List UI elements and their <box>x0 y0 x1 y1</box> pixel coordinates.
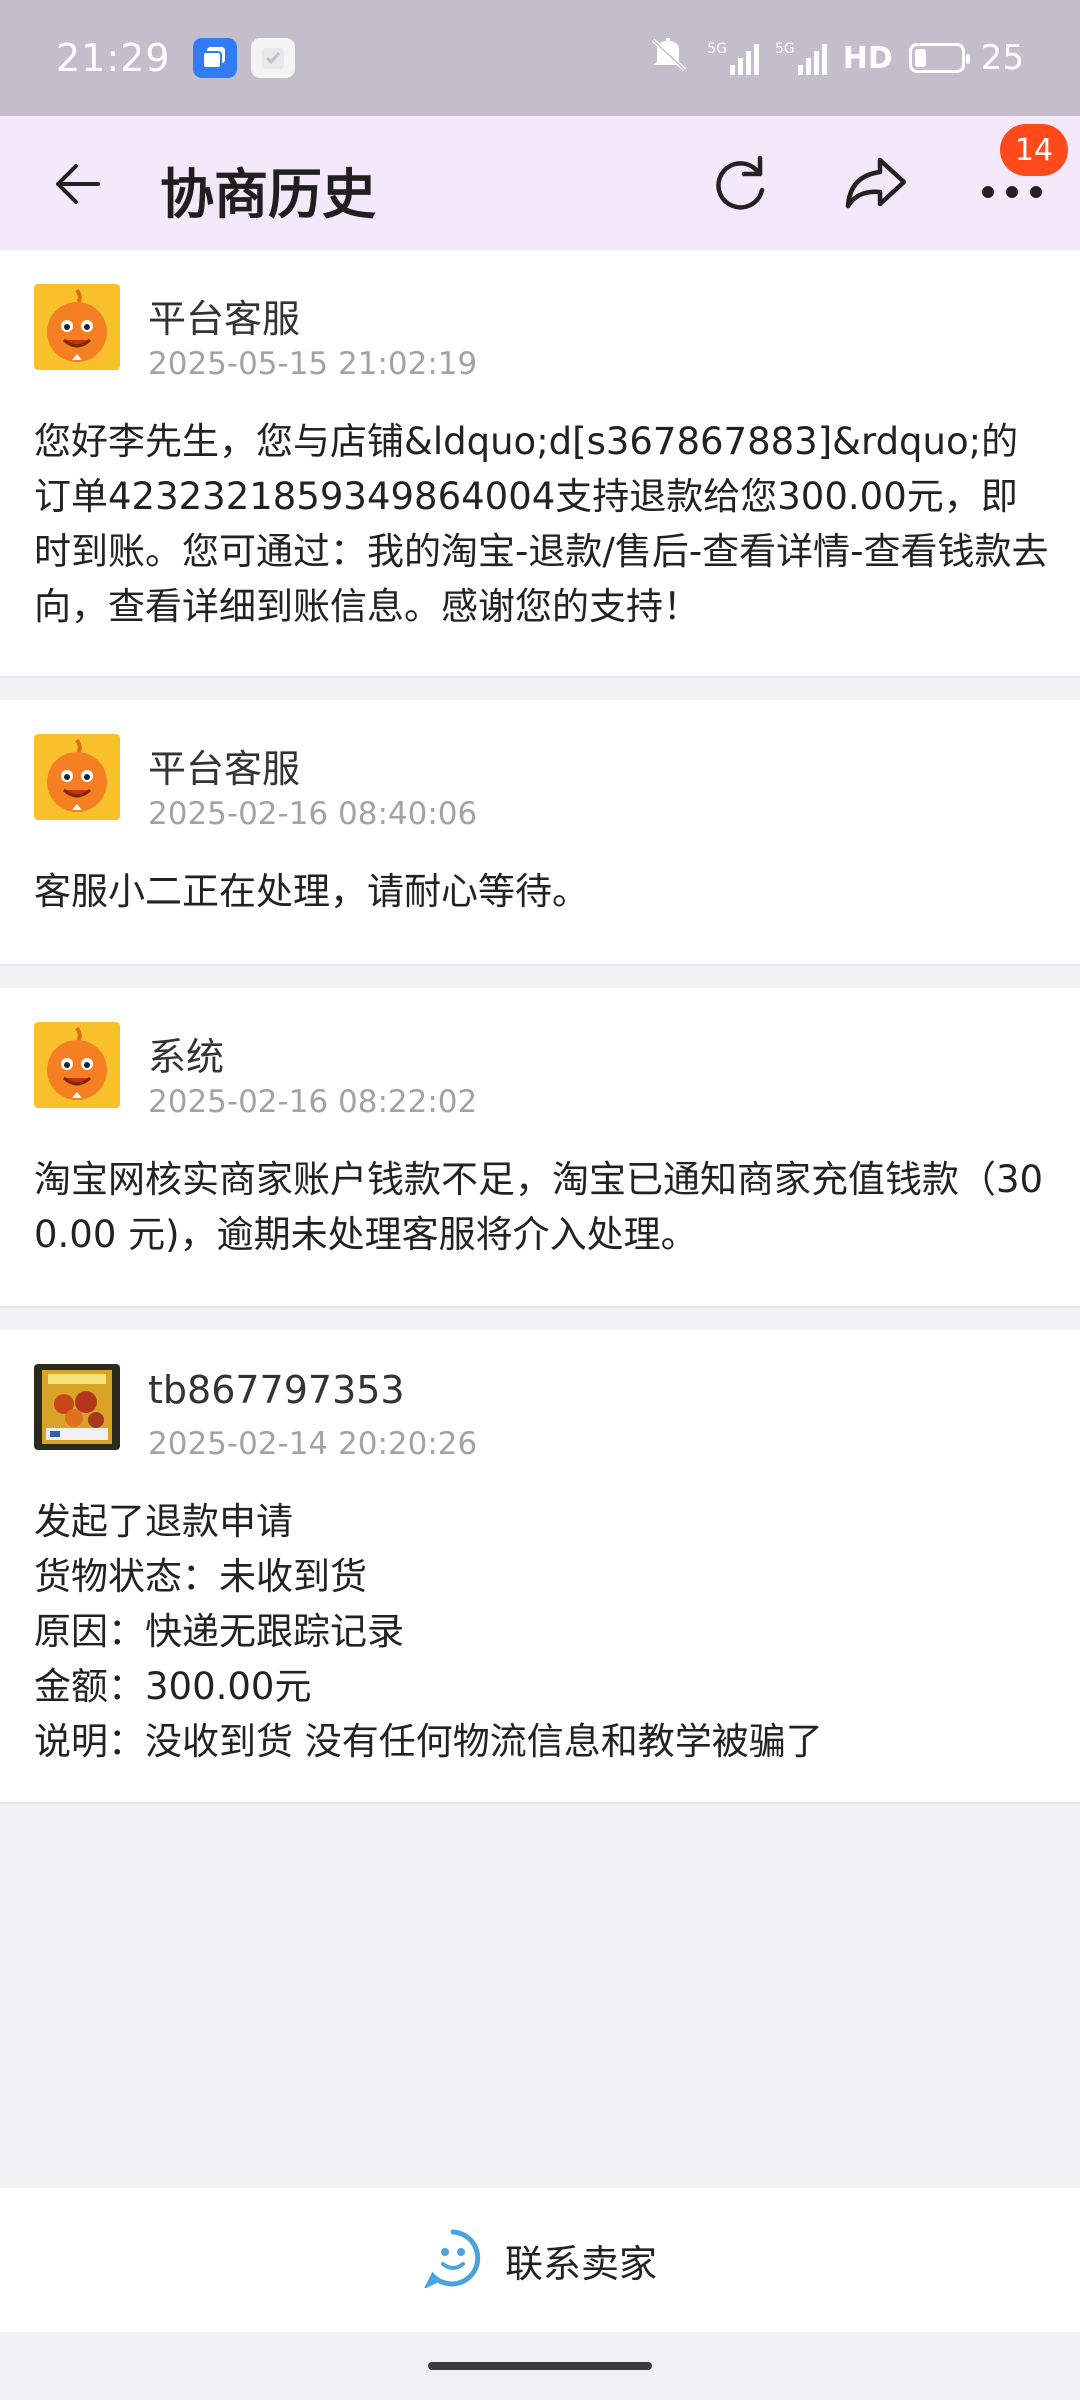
history-record-4: tb867797353 2025-02-14 20:20:26 发起了退款申请 … <box>0 1330 1080 1804</box>
history-record-1: 平台客服 2025-05-15 21:02:19 您好李先生，您与店铺&ldqu… <box>0 250 1080 678</box>
chat-bubble-icon <box>423 2228 483 2292</box>
record-time: 2025-02-16 08:40:06 <box>148 796 478 832</box>
record-author: 系统 <box>148 1035 225 1079</box>
user-photo-avatar <box>34 1364 120 1450</box>
contact-seller-button[interactable]: 联系卖家 <box>0 2188 1080 2332</box>
record-content: 您好李先生，您与店铺&ldquo;d[s367867883]&rdquo;的订单… <box>34 414 1050 654</box>
status-bar: 21:29 5G 5G HD 25 <box>0 0 1080 116</box>
network-label-2: 5G <box>774 41 795 57</box>
record-time: 2025-02-16 08:22:02 <box>148 1084 478 1120</box>
status-indicators: 5G 5G HD 25 <box>649 36 1024 81</box>
record-content: 客服小二正在处理，请耐心等待。 <box>34 864 1050 919</box>
record-time: 2025-02-14 20:20:26 <box>148 1426 478 1462</box>
battery-level: 25 <box>980 38 1024 78</box>
record-content: 淘宝网核实商家账户钱款不足，淘宝已通知商家充值钱款（300.00 元)，逾期未处… <box>34 1152 1050 1262</box>
notification-badge: 14 <box>1000 124 1068 176</box>
share-button[interactable] <box>840 150 912 218</box>
page-title: 协商历史 <box>160 163 376 226</box>
orange-mascot-avatar <box>34 284 120 370</box>
record-content: 发起了退款申请 货物状态：未收到货 原因：快递无跟踪记录 金额：300.00元 … <box>34 1494 1050 1769</box>
record-line-reason: 原因：快递无跟踪记录 <box>34 1610 404 1653</box>
orange-mascot-avatar <box>34 734 120 820</box>
record-line-action: 发起了退款申请 <box>34 1500 293 1543</box>
refresh-icon <box>716 155 765 210</box>
record-text: 您好李先生，您与店铺&ldquo;d[s367867883]&rdquo;的订单… <box>34 420 1049 628</box>
record-text: 客服小二正在处理，请耐心等待。 <box>34 870 589 913</box>
contact-seller-label: 联系卖家 <box>504 2241 657 2286</box>
mute-icon <box>649 36 691 81</box>
app-header: 协商历史 <box>0 116 1080 250</box>
back-arrow-icon <box>56 164 100 204</box>
history-record-3: 系统 2025-02-16 08:22:02 淘宝网核实商家账户钱款不足，淘宝已… <box>0 988 1080 1308</box>
notification-clipboard-icon <box>250 38 295 78</box>
orange-mascot-avatar <box>34 1022 120 1108</box>
home-indicator[interactable] <box>428 2362 652 2370</box>
notification-app-icon <box>192 38 237 78</box>
share-icon <box>845 157 907 209</box>
hd-label: HD <box>842 40 893 76</box>
signal-5g-icon-2: 5G <box>775 41 827 75</box>
record-author: tb867797353 <box>148 1368 405 1412</box>
record-author: 平台客服 <box>148 747 301 791</box>
record-text: 淘宝网核实商家账户钱款不足，淘宝已通知商家充值钱款（300.00 元)，逾期未处… <box>34 1158 1044 1256</box>
refresh-button[interactable] <box>706 150 774 218</box>
record-line-amount: 金额：300.00元 <box>34 1665 312 1708</box>
record-line-description: 说明：没收到货 没有任何物流信息和教学被骗了 <box>34 1720 823 1763</box>
record-author: 平台客服 <box>148 297 301 341</box>
record-line-status: 货物状态：未收到货 <box>34 1555 367 1598</box>
battery-icon <box>908 43 970 73</box>
signal-5g-icon-1: 5G <box>707 41 759 75</box>
network-label-1: 5G <box>707 41 727 57</box>
record-time: 2025-05-15 21:02:19 <box>148 346 478 382</box>
status-time: 21:29 <box>56 36 171 80</box>
back-button[interactable] <box>44 152 108 216</box>
history-record-2: 平台客服 2025-02-16 08:40:06 客服小二正在处理，请耐心等待。 <box>0 700 1080 966</box>
